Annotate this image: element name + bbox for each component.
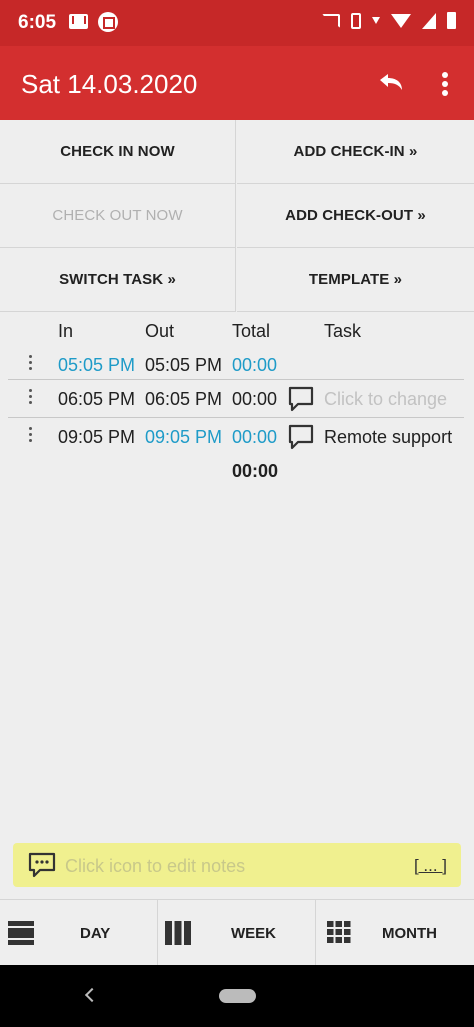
nav-week[interactable]: WEEK	[158, 900, 316, 966]
table-row[interactable]: 05:05 PM 05:05 PM 00:00	[0, 347, 474, 383]
row-menu-icon[interactable]	[27, 425, 33, 447]
row-menu-icon[interactable]	[27, 387, 33, 409]
notes-icon[interactable]	[28, 852, 56, 878]
header-total: Total	[232, 321, 271, 341]
template-button[interactable]: TEMPLATE »	[237, 248, 474, 312]
vibrate-icon	[351, 12, 361, 29]
week-view-icon	[165, 921, 191, 945]
add-check-in-button[interactable]: ADD CHECK-IN »	[237, 120, 474, 184]
nav-day[interactable]: DAY	[0, 900, 158, 966]
notes-bar[interactable]: Click icon to edit notes [ ... ]	[13, 843, 461, 887]
page-title: Sat 14.03.2020	[21, 69, 198, 99]
notes-placeholder: Click icon to edit notes	[65, 856, 246, 876]
header-in: In	[58, 321, 74, 341]
status-bar: 6:05	[0, 0, 474, 46]
switch-task-button[interactable]: SWITCH TASK »	[0, 248, 236, 312]
row-total[interactable]: 00:00	[232, 355, 277, 376]
system-nav-bar	[0, 965, 474, 1027]
more-vert-icon[interactable]	[432, 66, 458, 102]
row-out-time[interactable]: 06:05 PM	[145, 389, 222, 410]
nav-month-label: MONTH	[382, 925, 437, 942]
notes-more-button[interactable]: [ ... ]	[414, 856, 447, 876]
header-out: Out	[145, 321, 175, 341]
status-time: 6:05	[18, 12, 57, 33]
row-out-time[interactable]: 09:05 PM	[145, 427, 222, 448]
add-check-out-button[interactable]: ADD CHECK-OUT »	[237, 184, 474, 248]
row-divider	[8, 417, 464, 418]
table-row[interactable]: 06:05 PM 06:05 PM 00:00 Click to change	[0, 381, 474, 417]
grand-total: 00:00	[232, 461, 279, 481]
data-arrow-icon	[372, 17, 380, 24]
row-task[interactable]: Click to change	[324, 389, 447, 410]
gmail-icon	[69, 14, 88, 29]
app-bar: Sat 14.03.2020	[0, 46, 474, 120]
nav-week-label: WEEK	[231, 925, 276, 942]
comment-icon[interactable]	[288, 424, 314, 450]
undo-icon[interactable]	[372, 66, 408, 102]
back-icon[interactable]	[84, 987, 100, 1003]
row-in-time[interactable]: 06:05 PM	[58, 389, 135, 410]
check-in-now-button[interactable]: CHECK IN NOW	[0, 120, 236, 184]
row-in-time[interactable]: 09:05 PM	[58, 427, 135, 448]
signal-icon	[422, 12, 436, 29]
row-task[interactable]: Remote support	[324, 427, 452, 448]
row-total[interactable]: 00:00	[232, 427, 277, 448]
month-view-icon	[327, 921, 351, 943]
nav-month[interactable]: MONTH	[316, 900, 474, 966]
comment-icon[interactable]	[288, 386, 314, 412]
day-view-icon	[8, 921, 34, 945]
nav-day-label: DAY	[80, 925, 111, 942]
battery-icon	[447, 12, 456, 29]
bottom-nav: DAY WEEK MONTH	[0, 899, 474, 966]
table-row[interactable]: 09:05 PM 09:05 PM 00:00 Remote support	[0, 419, 474, 455]
table-header: In Out Total Task	[0, 321, 474, 347]
app-notification-icon	[98, 12, 118, 32]
row-divider	[8, 379, 464, 380]
wifi-icon	[391, 13, 411, 28]
header-task: Task	[324, 321, 362, 341]
check-out-now-button[interactable]: CHECK OUT NOW	[0, 184, 236, 248]
home-pill-icon[interactable]	[219, 989, 256, 1003]
row-total[interactable]: 00:00	[232, 389, 277, 410]
row-out-time[interactable]: 05:05 PM	[145, 355, 222, 376]
cast-icon	[322, 13, 340, 28]
row-in-time[interactable]: 05:05 PM	[58, 355, 135, 376]
row-menu-icon[interactable]	[27, 353, 33, 375]
